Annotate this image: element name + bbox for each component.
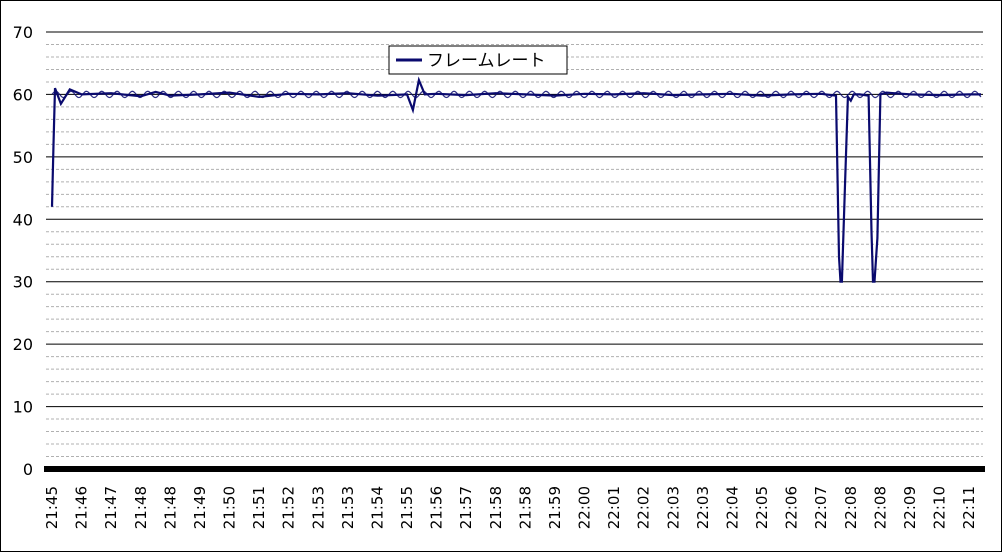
x-tick-label: 21:57 [457,486,475,529]
y-tick-label: 50 [13,148,33,167]
x-tick-label: 21:52 [280,486,298,529]
x-tick-label: 22:03 [664,486,682,529]
major-gridlines [46,31,983,408]
legend-label: フレームレート [427,51,546,71]
x-tick-label: 22:00 [576,486,594,529]
x-tick-label: 21:48 [161,486,179,529]
y-tick-label: 70 [13,23,33,42]
x-tick-label: 22:04 [723,486,741,529]
x-tick-label: 21:58 [516,486,534,529]
x-tick-label: 21:53 [339,486,357,529]
y-tick-label: 20 [13,335,33,354]
x-tick-label: 22:11 [960,486,978,529]
x-tick-label: 22:05 [753,486,771,529]
x-tick-label: 21:56 [428,486,446,529]
x-tick-label: 21:46 [73,486,91,529]
x-tick-label: 21:47 [102,486,120,529]
x-tick-label: 22:01 [605,486,623,529]
x-tick-label: 21:45 [43,486,61,529]
x-tick-label: 21:53 [309,486,327,529]
x-tick-label: 22:06 [783,486,801,529]
y-axis-tick-labels: 0 10 20 30 40 50 60 70 [13,23,33,479]
legend: フレームレート [388,45,568,75]
x-tick-label: 21:48 [132,486,150,529]
x-axis-line [44,466,985,472]
x-tick-label: 22:10 [931,486,949,529]
y-tick-label: 30 [13,273,33,292]
x-tick-label: 22:03 [694,486,712,529]
x-tick-label: 21:51 [250,486,268,529]
x-tick-label: 22:02 [635,486,653,529]
x-tick-label: 21:54 [368,486,386,529]
series-layer [50,76,982,283]
x-tick-label: 21:59 [546,486,564,529]
x-tick-label: 21:58 [487,486,505,529]
series-line [50,76,981,283]
x-axis-tick-labels: 21:45 21:46 21:47 21:48 21:48 21:49 21:50 21:51… [43,486,978,529]
x-tick-label: 22:08 [871,486,889,529]
y-tick-label: 60 [13,85,33,104]
x-tick-label: 22:09 [901,486,919,529]
x-tick-label: 22:08 [842,486,860,529]
x-tick-label: 21:55 [398,486,416,529]
x-tick-label: 21:49 [191,486,209,529]
chart: 010203040506070 21:45 21:46 21:47 21:48 21:4… [13,23,985,529]
y-tick-label: 0 [23,460,33,479]
x-tick-label: 21:50 [221,486,239,529]
x-tick-label: 22:07 [812,486,830,529]
y-tick-label: 10 [13,398,33,417]
y-tick-label: 40 [13,210,33,229]
